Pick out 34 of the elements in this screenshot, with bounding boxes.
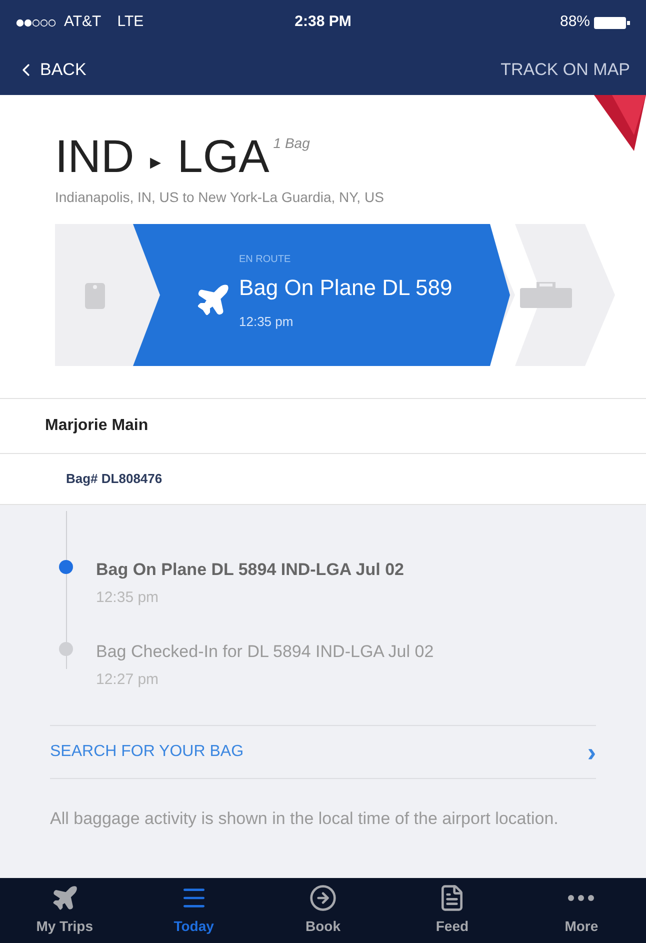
destination-code: LGA — [177, 133, 270, 179]
plane-icon — [195, 282, 231, 318]
back-button[interactable]: BACK — [16, 57, 86, 83]
status-title: Bag On Plane DL 589 — [239, 274, 452, 302]
bag-number: Bag# DL808476 — [66, 470, 162, 488]
timezone-note: All baggage activity is shown in the local time of the airport location. — [50, 809, 560, 829]
event-title: Bag Checked-In for DL 5894 IND-LGA Jul 02 — [96, 641, 435, 663]
status-label: EN ROUTE — [239, 253, 292, 267]
logo-icon — [594, 95, 646, 151]
tab-bar-item[interactable]: Book — [258, 878, 388, 943]
clock-time: 2:38 PM — [294, 12, 352, 32]
event-title: Bag On Plane DL 5894 IND-LGA Jul 02 — [96, 559, 405, 581]
tab-bar-item[interactable]: Today — [129, 878, 258, 943]
carrier-label: AT&T — [64, 12, 102, 32]
bag-count: 1 Bag — [273, 134, 310, 153]
event-time: 12:27 pm — [96, 670, 160, 690]
suitcase-icon — [520, 282, 572, 308]
event-time: 12:35 pm — [96, 588, 160, 608]
more-icon — [568, 895, 594, 901]
plane-icon — [50, 884, 79, 912]
tab-bar-item[interactable]: My Trips — [0, 878, 130, 943]
arrow-circle-icon — [309, 884, 337, 912]
battery-percent: 88% — [560, 12, 590, 32]
battery-icon — [594, 16, 630, 28]
origin-code: IND — [55, 133, 134, 179]
tab-bar-item[interactable]: More — [516, 878, 646, 943]
route-description: Indianapolis, IN, US to New York-La Guardia, NY, US — [55, 188, 385, 207]
signal-icon — [16, 18, 56, 26]
passenger-name: Marjorie Main — [45, 416, 148, 436]
status-time: 12:35 pm — [239, 313, 294, 331]
track-on-map-button[interactable]: TRACK ON MAP — [500, 57, 630, 83]
network-label: LTE — [117, 12, 144, 32]
tab-bar-item[interactable]: Feed — [388, 878, 517, 943]
arrow-glyph: ▸ — [150, 148, 162, 176]
